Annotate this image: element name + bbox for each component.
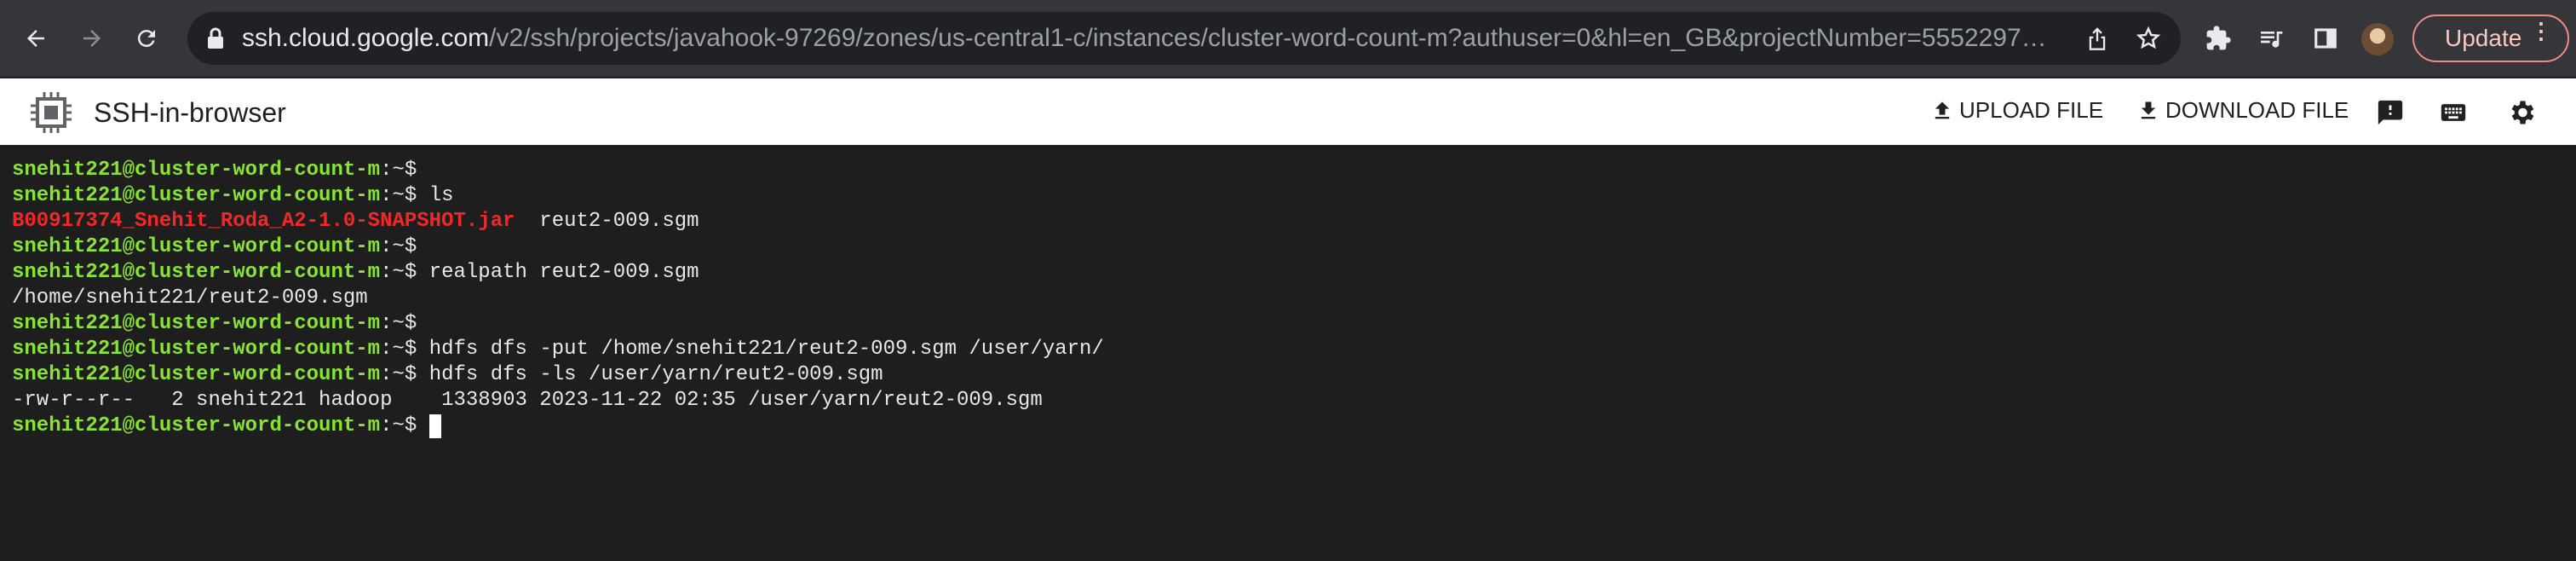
terminal-line: snehit221@cluster-word-count-m:~$ hdfs d… bbox=[12, 337, 1104, 362]
terminal-prompt: snehit221@cluster-word-count-m bbox=[12, 414, 381, 437]
update-button[interactable]: Update ⋮ bbox=[2412, 14, 2569, 62]
terminal-output: snehit221@cluster-word-count-m:~$ snehit2… bbox=[12, 158, 1104, 439]
star-icon[interactable] bbox=[2133, 23, 2164, 54]
terminal-command: ls bbox=[417, 184, 454, 207]
terminal-jar-file: B00917374_Snehit_Roda_A2-1.0-SNAPSHOT.ja… bbox=[12, 210, 515, 233]
avatar[interactable] bbox=[2361, 23, 2394, 55]
terminal-cursor bbox=[428, 414, 441, 438]
terminal-command: realpath reut2-009.sgm bbox=[417, 261, 699, 284]
terminal-line: snehit221@cluster-word-count-m:~$ bbox=[12, 234, 1104, 260]
back-icon[interactable] bbox=[17, 20, 55, 57]
terminal-line: B00917374_Snehit_Roda_A2-1.0-SNAPSHOT.ja… bbox=[12, 209, 1104, 234]
terminal-line: snehit221@cluster-word-count-m:~$ hdfs d… bbox=[12, 362, 1104, 388]
terminal-command: hdfs dfs -put /home/snehit221/reut2-009.… bbox=[417, 338, 1104, 361]
terminal-prompt-suffix: :~$ bbox=[380, 338, 417, 361]
terminal-line: snehit221@cluster-word-count-m:~$ bbox=[12, 414, 1104, 439]
upload-file-button[interactable]: UPLOAD FILE bbox=[1930, 97, 2103, 124]
keyboard-icon[interactable] bbox=[2436, 95, 2470, 130]
terminal-prompt: snehit221@cluster-word-count-m bbox=[12, 363, 381, 386]
forward-icon[interactable] bbox=[73, 20, 111, 57]
terminal-prompt-suffix: :~$ bbox=[380, 414, 417, 437]
terminal-output-text: reut2-009.sgm bbox=[515, 210, 699, 233]
terminal-line: -rw-r--r-- 2 snehit221 hadoop 1338903 20… bbox=[12, 388, 1104, 414]
feedback-icon[interactable] bbox=[2373, 95, 2407, 130]
address-bar[interactable]: ssh.cloud.google.com/v2/ssh/projects/jav… bbox=[187, 12, 2181, 65]
page-title: SSH-in-browser bbox=[94, 97, 286, 128]
upload-file-label: UPLOAD FILE bbox=[1959, 97, 2104, 123]
terminal-line: snehit221@cluster-word-count-m:~$ ls bbox=[12, 183, 1104, 209]
terminal-prompt: snehit221@cluster-word-count-m bbox=[12, 184, 381, 207]
settings-icon[interactable] bbox=[2504, 95, 2539, 130]
upload-icon bbox=[1935, 101, 1950, 119]
terminal-prompt: snehit221@cluster-word-count-m bbox=[12, 338, 381, 361]
terminal-prompt: snehit221@cluster-word-count-m bbox=[12, 235, 381, 258]
terminal-line: snehit221@cluster-word-count-m:~$ realpa… bbox=[12, 260, 1104, 286]
terminal-command bbox=[417, 414, 428, 437]
url-text[interactable]: ssh.cloud.google.com/v2/ssh/projects/jav… bbox=[242, 24, 2065, 53]
lock-icon[interactable] bbox=[206, 27, 225, 54]
terminal-prompt-suffix: :~$ bbox=[380, 184, 417, 207]
share-icon[interactable] bbox=[2082, 23, 2113, 54]
terminal-line: snehit221@cluster-word-count-m:~$ bbox=[12, 311, 1104, 337]
update-label: Update bbox=[2445, 25, 2522, 51]
terminal-prompt: snehit221@cluster-word-count-m bbox=[12, 261, 381, 284]
side-panel-icon[interactable] bbox=[2307, 20, 2344, 57]
terminal-prompt-suffix: :~$ bbox=[380, 235, 417, 258]
terminal-prompt-suffix: :~$ bbox=[380, 159, 417, 182]
terminal-prompt-suffix: :~$ bbox=[380, 312, 417, 335]
terminal-output-text: -rw-r--r-- 2 snehit221 hadoop 1338903 20… bbox=[12, 389, 1043, 412]
terminal[interactable]: snehit221@cluster-word-count-m:~$ snehit2… bbox=[0, 145, 2576, 561]
ssh-header: SSH-in-browser UPLOAD FILE DOWNLOAD FILE bbox=[0, 78, 2576, 145]
terminal-line: /home/snehit221/reut2-009.sgm bbox=[12, 286, 1104, 311]
terminal-prompt: snehit221@cluster-word-count-m bbox=[12, 159, 381, 182]
download-file-button[interactable]: DOWNLOAD FILE bbox=[2136, 97, 2349, 124]
terminal-command: hdfs dfs -ls /user/yarn/reut2-009.sgm bbox=[417, 363, 883, 386]
extensions-icon[interactable] bbox=[2199, 20, 2237, 57]
terminal-line: snehit221@cluster-word-count-m:~$ bbox=[12, 158, 1104, 183]
terminal-prompt-suffix: :~$ bbox=[380, 261, 417, 284]
terminal-prompt: snehit221@cluster-word-count-m bbox=[12, 312, 381, 335]
reload-icon[interactable] bbox=[128, 20, 165, 57]
browser-toolbar: ssh.cloud.google.com/v2/ssh/projects/jav… bbox=[0, 0, 2576, 78]
download-file-label: DOWNLOAD FILE bbox=[2165, 97, 2349, 123]
media-icon[interactable] bbox=[2252, 20, 2290, 57]
terminal-prompt-suffix: :~$ bbox=[380, 363, 417, 386]
terminal-output-text: /home/snehit221/reut2-009.sgm bbox=[12, 286, 368, 309]
url-path: /v2/ssh/projects/javahook-97269/zones/us… bbox=[489, 24, 2047, 52]
more-icon[interactable]: ⋮ bbox=[2530, 20, 2552, 42]
compute-engine-logo-icon bbox=[27, 89, 75, 136]
download-icon bbox=[2141, 101, 2156, 119]
url-host: ssh.cloud.google.com bbox=[242, 24, 490, 52]
